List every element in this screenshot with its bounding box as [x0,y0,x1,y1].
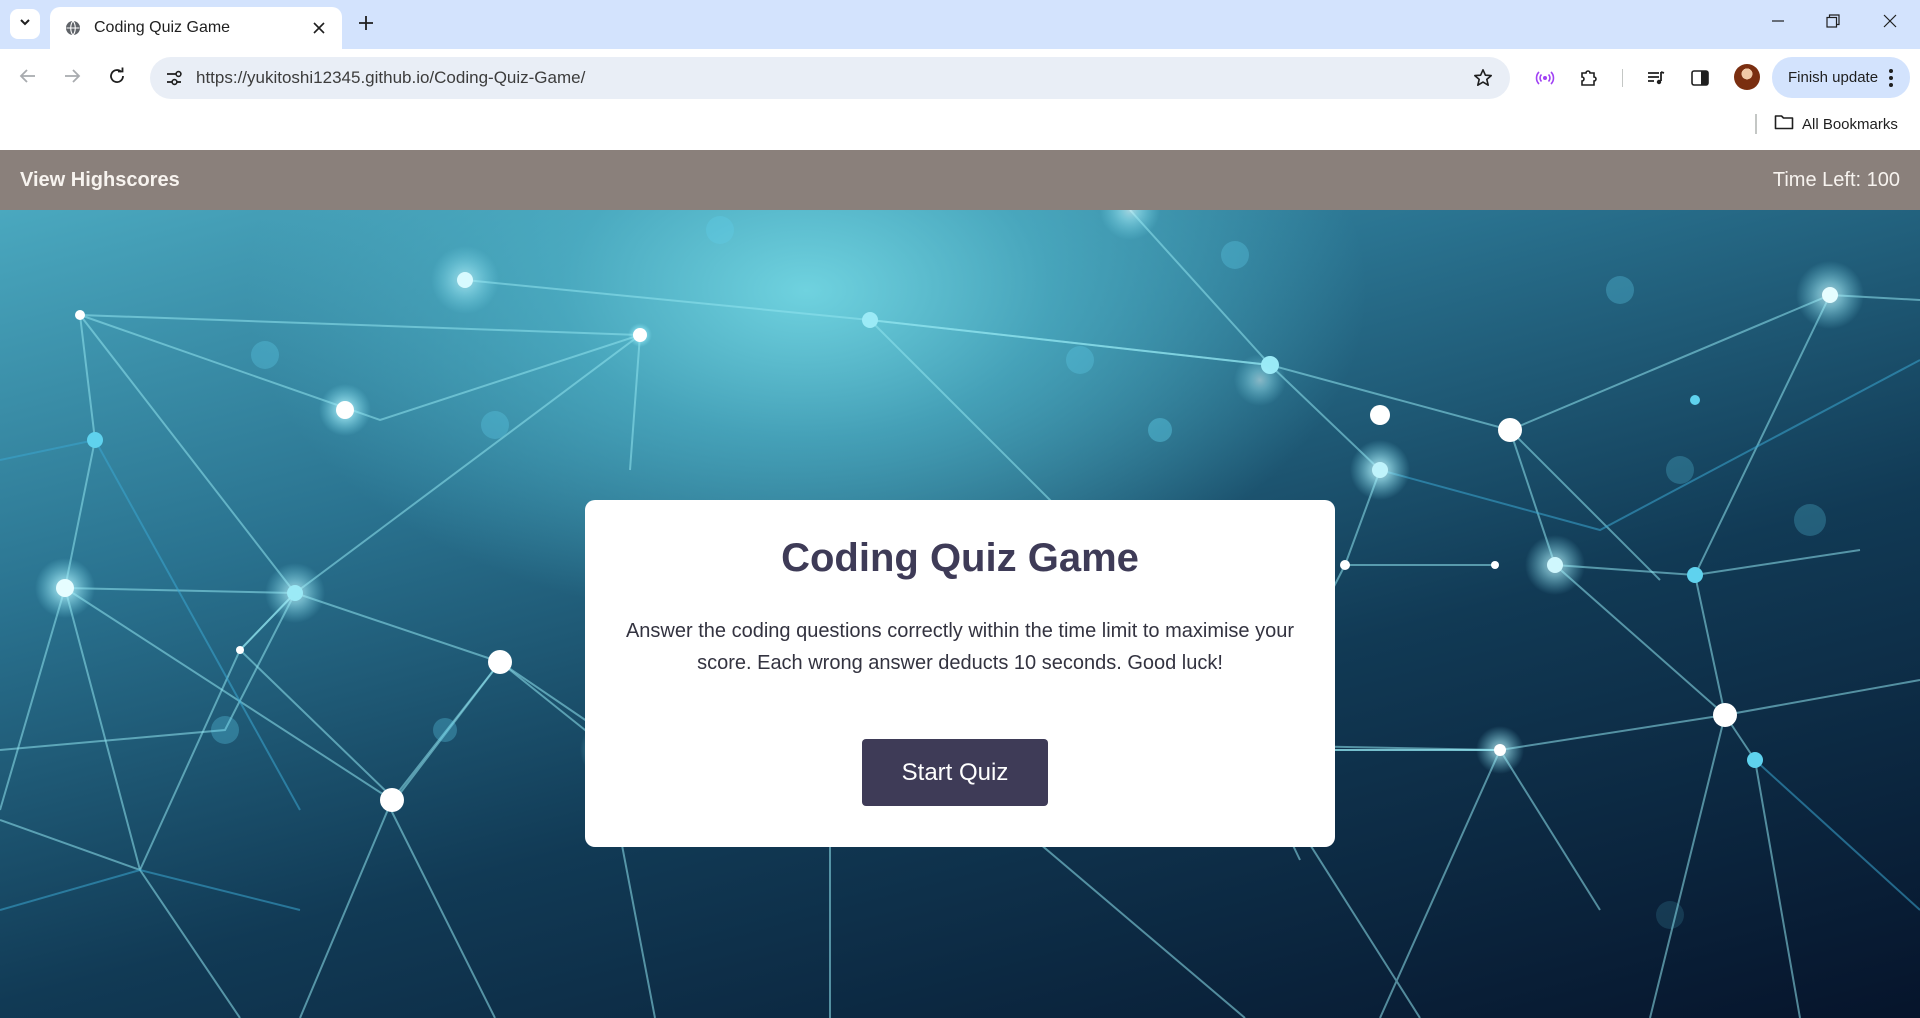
browser-toolbar: https://yukitoshi12345.github.io/Coding-… [0,49,1920,106]
view-highscores-link[interactable]: View Highscores [20,169,180,192]
close-window-button[interactable] [1870,8,1910,38]
web-page: View Highscores Time Left: 100 Coding Qu… [0,150,1920,1018]
all-bookmarks-button[interactable]: All Bookmarks [1774,110,1898,138]
globe-icon [64,19,82,37]
minimize-icon [1771,14,1785,33]
minimize-button[interactable] [1758,8,1798,38]
all-bookmarks-label: All Bookmarks [1802,115,1898,133]
plus-icon [358,15,374,36]
site-info-icon[interactable] [162,66,186,90]
network-background: Coding Quiz Game Answer the coding quest… [0,210,1920,1018]
restore-icon [1826,13,1840,33]
profile-avatar[interactable] [1734,64,1760,90]
tab-strip: Coding Quiz Game [0,0,1920,49]
bookmarks-divider [1755,114,1757,134]
toolbar-divider [1622,69,1623,87]
new-tab-button[interactable] [352,11,380,39]
tab-search-icon [18,15,32,34]
finish-update-button[interactable]: Finish update [1772,57,1910,98]
close-window-icon [1883,14,1897,33]
bookmarks-bar: All Bookmarks [0,106,1920,150]
forward-button[interactable] [57,63,87,93]
broadcast-icon[interactable] [1530,63,1560,93]
finish-update-label: Finish update [1788,69,1879,86]
puzzle-icon[interactable] [1574,63,1604,93]
tab-search-button[interactable] [10,9,40,39]
back-arrow-icon [19,67,37,90]
quiz-title: Coding Quiz Game [781,536,1139,580]
media-icon[interactable] [1641,63,1671,93]
back-button[interactable] [13,63,43,93]
kebab-icon [1882,63,1900,93]
browser-tab[interactable]: Coding Quiz Game [50,7,342,49]
quiz-description: Answer the coding questions correctly wi… [625,620,1295,674]
star-icon[interactable] [1468,63,1498,93]
quiz-start-card: Coding Quiz Game Answer the coding quest… [585,500,1335,847]
start-quiz-button[interactable]: Start Quiz [862,739,1048,806]
restore-button[interactable] [1813,8,1853,38]
folder-icon [1774,114,1794,135]
url-text[interactable]: https://yukitoshi12345.github.io/Coding-… [196,68,1468,88]
page-header: View Highscores Time Left: 100 [0,150,1920,210]
address-bar[interactable]: https://yukitoshi12345.github.io/Coding-… [150,57,1510,99]
forward-arrow-icon [63,67,81,90]
reload-icon [108,67,126,90]
tab-title: Coding Quiz Game [94,19,231,36]
sidepanel-icon[interactable] [1685,63,1715,93]
close-icon[interactable] [308,17,330,39]
reload-button[interactable] [102,63,132,93]
timer-display: Time Left: 100 [1772,168,1900,191]
